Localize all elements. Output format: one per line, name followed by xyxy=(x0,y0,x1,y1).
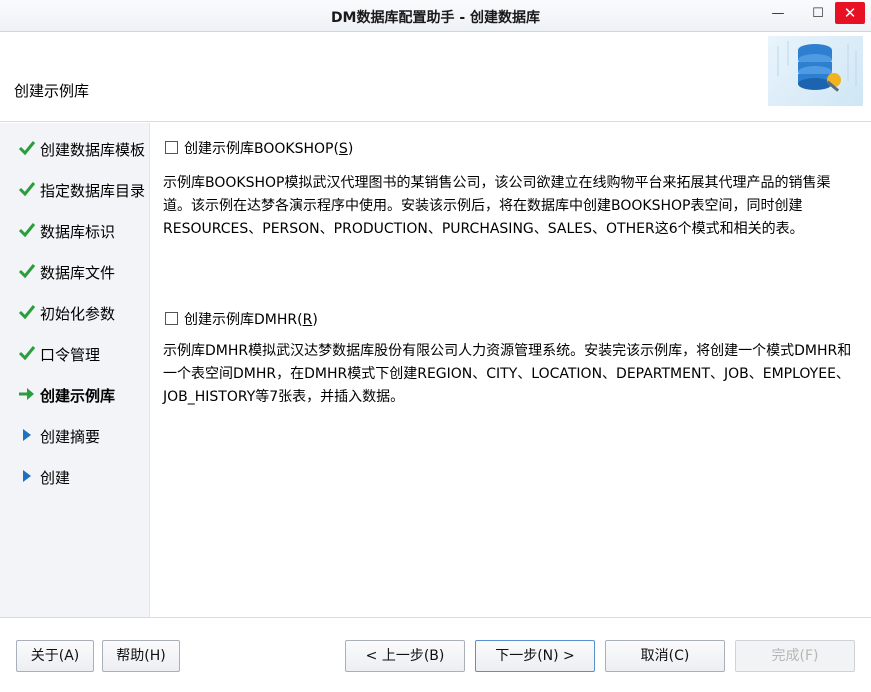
check-icon xyxy=(18,344,36,362)
triangle-right-icon xyxy=(18,467,36,485)
bookshop-checkbox-option[interactable]: 创建示例库BOOKSHOP(S) xyxy=(165,138,353,158)
step-identifier: 数据库标识 xyxy=(0,219,150,243)
check-icon xyxy=(18,303,36,321)
back-button[interactable]: < 上一步(B) xyxy=(345,640,465,672)
check-icon xyxy=(18,262,36,280)
step-label: 口令管理 xyxy=(40,346,101,364)
step-label: 指定数据库目录 xyxy=(40,182,146,200)
window-title: DM数据库配置助手 - 创建数据库 xyxy=(330,10,541,26)
step-init-params: 初始化参数 xyxy=(0,301,150,325)
arrow-right-icon xyxy=(18,385,36,403)
triangle-right-icon xyxy=(18,426,36,444)
step-directory: 指定数据库目录 xyxy=(0,178,150,202)
step-label: 数据库文件 xyxy=(40,264,116,282)
step-label: 创建示例库 xyxy=(40,387,116,405)
dmhr-description: 示例库DMHR模拟武汉达梦数据库股份有限公司人力资源管理系统。安装完该示例库，将… xyxy=(163,343,852,405)
step-label: 初始化参数 xyxy=(40,305,116,323)
step-label: 创建数据库模板 xyxy=(40,141,146,159)
database-logo-icon xyxy=(768,36,863,106)
close-button[interactable]: ✕ xyxy=(835,2,865,24)
dmhr-checkbox-option[interactable]: 创建示例库DMHR(R) xyxy=(165,309,318,329)
dmhr-checkbox[interactable] xyxy=(165,312,178,325)
step-label: 创建摘要 xyxy=(40,428,101,446)
next-button[interactable]: 下一步(N) > xyxy=(475,640,595,672)
step-label: 数据库标识 xyxy=(40,223,116,241)
title-bar: DM数据库配置助手 - 创建数据库 — ☐ ✕ xyxy=(0,0,871,32)
step-files: 数据库文件 xyxy=(0,260,150,284)
page-title: 创建示例库 xyxy=(14,82,90,100)
step-summary: 创建摘要 xyxy=(0,424,150,448)
cancel-button[interactable]: 取消(C) xyxy=(605,640,725,672)
finish-button[interactable]: 完成(F) xyxy=(735,640,855,672)
maximize-button[interactable]: ☐ xyxy=(807,4,829,24)
button-bar: 关于(A) 帮助(H) < 上一步(B) 下一步(N) > 取消(C) 完成(F… xyxy=(0,617,871,692)
check-icon xyxy=(18,180,36,198)
minimize-button[interactable]: — xyxy=(767,4,789,24)
step-create-template: 创建数据库模板 xyxy=(0,137,150,161)
bookshop-description: 示例库BOOKSHOP模拟武汉代理图书的某销售公司，该公司欲建立在线购物平台来拓… xyxy=(163,175,831,237)
step-sample-db: 创建示例库 xyxy=(0,383,150,407)
wizard-steps-sidebar: 创建数据库模板 指定数据库目录 数据库标识 数据库文件 初始化参数 口令管理 创… xyxy=(0,123,150,617)
step-password: 口令管理 xyxy=(0,342,150,366)
step-label: 创建 xyxy=(40,469,71,487)
wizard-content: 创建示例库BOOKSHOP(S) 示例库BOOKSHOP模拟武汉代理图书的某销售… xyxy=(152,123,871,617)
about-button[interactable]: 关于(A) xyxy=(16,640,94,672)
check-icon xyxy=(18,221,36,239)
help-button[interactable]: 帮助(H) xyxy=(102,640,180,672)
bookshop-checkbox[interactable] xyxy=(165,141,178,154)
step-create: 创建 xyxy=(0,465,150,489)
check-icon xyxy=(18,139,36,157)
wizard-header: 创建示例库 xyxy=(0,32,871,122)
